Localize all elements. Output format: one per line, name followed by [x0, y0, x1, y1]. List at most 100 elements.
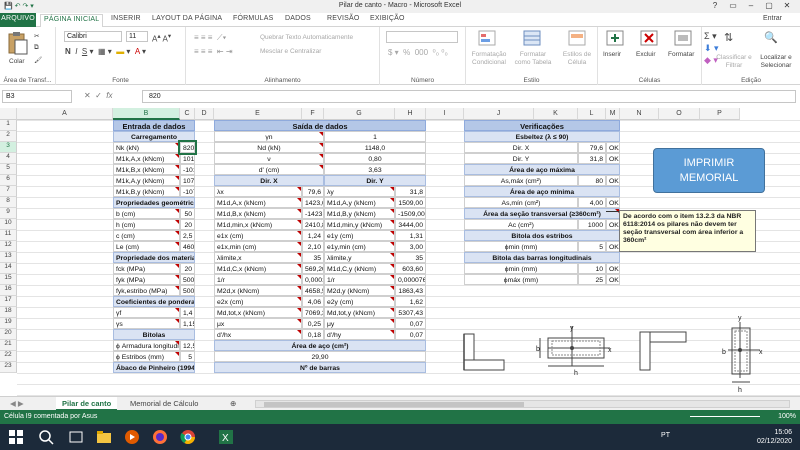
output-value[interactable]: 0,25	[302, 318, 324, 329]
add-sheet-icon[interactable]: ⊕	[224, 397, 242, 411]
output-value[interactable]: -1423,00	[302, 208, 324, 219]
output-label[interactable]: Nd (kN)	[214, 142, 324, 153]
firefox-icon[interactable]	[152, 429, 168, 445]
row-header[interactable]: 12	[0, 241, 17, 252]
num-barras-header[interactable]: Nº de barras	[214, 362, 426, 373]
maximize-icon[interactable]: ▢	[760, 1, 778, 10]
area-aco-header[interactable]: Área de aço (cm²)	[214, 340, 426, 351]
sheet-tab-memorial[interactable]: Memorial de Cálculo	[124, 397, 204, 411]
sort-filter-icon[interactable]: ⇅	[724, 31, 733, 44]
column-header[interactable]: M	[606, 108, 620, 120]
format-cells-button[interactable]: Formatar	[668, 51, 694, 58]
secao-header[interactable]: Área da seção transversal (≥360cm²)	[464, 208, 620, 219]
fill-icon[interactable]: ⬇ ▾	[704, 43, 719, 54]
task-view-icon[interactable]	[68, 429, 84, 445]
carregamento-header[interactable]: Carregamento	[113, 131, 195, 142]
output-value[interactable]: 1	[324, 131, 426, 142]
output-value[interactable]: 5307,43	[395, 307, 426, 318]
row-header[interactable]: 5	[0, 164, 17, 175]
output-value[interactable]: 3444,00	[395, 219, 426, 230]
output-label[interactable]: e1y,min (cm)	[324, 241, 395, 252]
output-label[interactable]: λy	[324, 186, 395, 197]
output-value[interactable]: -1509,00	[395, 208, 426, 219]
row-header[interactable]: 6	[0, 175, 17, 186]
column-header[interactable]: F	[302, 108, 324, 120]
input-label[interactable]: M1k,B,y (kNcm)	[113, 186, 180, 197]
estribos-header[interactable]: Bitola dos estribos	[464, 230, 620, 241]
column-header[interactable]: O	[659, 108, 700, 120]
output-value[interactable]: 1148,0	[324, 142, 426, 153]
align-horizontal-icons[interactable]: ≡ ≡ ≡ ⇤ ⇥	[194, 47, 233, 56]
check-label[interactable]: Dir. X	[464, 142, 578, 153]
output-value[interactable]: 0,18	[302, 329, 324, 340]
sign-in-link[interactable]: Entrar	[763, 15, 782, 22]
output-value[interactable]: 1509,00	[395, 197, 426, 208]
output-value[interactable]: 0,07	[395, 329, 426, 340]
column-header[interactable]: E	[214, 108, 302, 120]
media-player-icon[interactable]	[124, 429, 140, 445]
find-select-button[interactable]: Localizar e Selecionar	[754, 54, 798, 70]
row-header[interactable]: 23	[0, 362, 17, 373]
output-value[interactable]: 1,31	[395, 230, 426, 241]
row-header[interactable]: 22	[0, 351, 17, 362]
check-value[interactable]: 25	[578, 274, 606, 285]
input-label[interactable]: M1k,A,y (kNcm)	[113, 175, 180, 186]
row-header[interactable]: 8	[0, 197, 17, 208]
output-label[interactable]: e2x (cm)	[214, 296, 302, 307]
sheet-tab-pilar-de-canto[interactable]: Pilar de canto	[56, 397, 118, 411]
search-icon[interactable]	[38, 429, 54, 445]
input-label[interactable]: fyk,estribo (MPa)	[113, 285, 180, 296]
row-header[interactable]: 20	[0, 329, 17, 340]
row-header[interactable]: 7	[0, 186, 17, 197]
output-label[interactable]: M1d,min,x (kNcm)	[214, 219, 302, 230]
input-language[interactable]: PT	[661, 432, 670, 439]
find-select-icon[interactable]: 🔍	[764, 31, 778, 44]
input-label[interactable]: fyk (MPa)	[113, 274, 180, 285]
output-label[interactable]: M2d,x (kNcm)	[214, 285, 302, 296]
row-header[interactable]: 16	[0, 285, 17, 296]
output-value[interactable]: 1,24	[302, 230, 324, 241]
help-icon[interactable]: ?	[706, 1, 724, 10]
merge-center-button[interactable]: Mesclar e Centralizar	[260, 48, 321, 55]
column-header[interactable]: N	[620, 108, 659, 120]
output-label[interactable]: Md,tot,y (kNcm)	[324, 307, 395, 318]
name-box[interactable]: B3	[2, 90, 72, 103]
entrada-title[interactable]: Entrada de dados	[113, 120, 195, 131]
font-size-select[interactable]: 11	[126, 31, 148, 42]
input-value[interactable]: 1,15	[180, 318, 195, 329]
output-label[interactable]: M2d,y (kNcm)	[324, 285, 395, 296]
column-header[interactable]: A	[17, 108, 113, 120]
bitolas-header[interactable]: Bitolas	[113, 329, 195, 340]
copy-icon[interactable]: ⧉	[34, 44, 39, 52]
check-value[interactable]: 4,00	[578, 197, 606, 208]
output-value[interactable]: 31,8	[395, 186, 426, 197]
output-value[interactable]: 1,62	[395, 296, 426, 307]
row-header[interactable]: 2	[0, 131, 17, 142]
output-value[interactable]: 35	[395, 252, 426, 263]
tab-arquivo[interactable]: ARQUIVO	[0, 13, 36, 27]
row-header[interactable]: 4	[0, 153, 17, 164]
output-value[interactable]: 7069,38	[302, 307, 324, 318]
output-label[interactable]: λlimite,y	[324, 252, 395, 263]
zoom-slider[interactable]	[690, 416, 760, 417]
check-value[interactable]: 10	[578, 263, 606, 274]
output-label[interactable]: M1d,A,y (kNcm)	[324, 197, 395, 208]
output-value[interactable]: 3,63	[324, 164, 426, 175]
output-value[interactable]: 3,00	[395, 241, 426, 252]
input-label[interactable]: M1k,B,x (kNcm)	[113, 164, 180, 175]
output-value[interactable]: 4658,58	[302, 285, 324, 296]
materials-header[interactable]: Propriedade dos materiais	[113, 252, 195, 263]
input-value[interactable]: 5	[180, 351, 195, 362]
output-label[interactable]: λlimite,x	[214, 252, 302, 263]
input-value[interactable]: -1016,43	[180, 164, 195, 175]
check-label[interactable]: Ac (cm²)	[464, 219, 578, 230]
cell-styles-icon[interactable]	[568, 30, 586, 46]
row-header[interactable]: 13	[0, 252, 17, 263]
output-value[interactable]: 1423,00	[302, 197, 324, 208]
check-label[interactable]: As,mín (cm²)	[464, 197, 578, 208]
output-label[interactable]: d'/hx	[214, 329, 302, 340]
output-label[interactable]: μy	[324, 318, 395, 329]
print-memorial-button[interactable]: IMPRIMIR MEMORIAL	[653, 148, 765, 193]
row-header[interactable]: 11	[0, 230, 17, 241]
wrap-text-button[interactable]: Quebrar Texto Automaticamente	[260, 34, 353, 41]
